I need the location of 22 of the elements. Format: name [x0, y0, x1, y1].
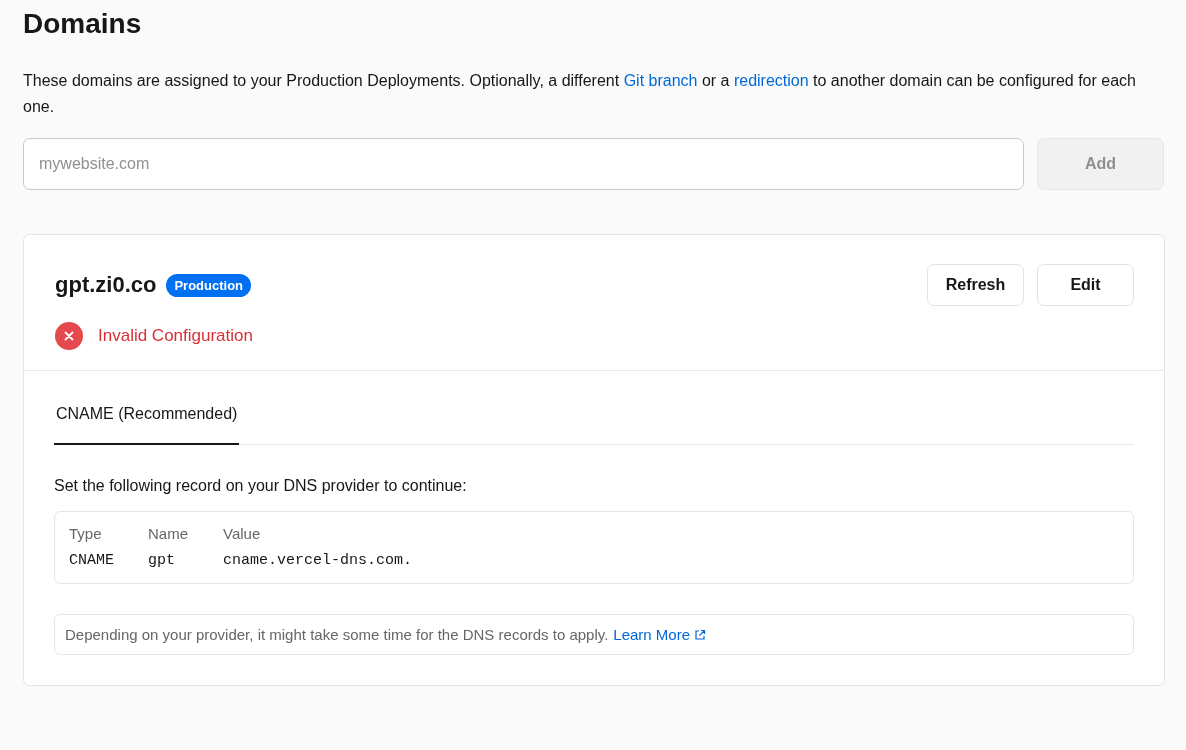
record-value: gpt: [148, 552, 176, 569]
external-link-icon: [694, 628, 707, 641]
domain-name: gpt.zi0.co: [55, 272, 157, 298]
inline-link[interactable]: redirection: [733, 72, 809, 89]
record-value: cname.vercel-dns.com.: [223, 552, 413, 569]
column-header: Type: [69, 525, 103, 542]
domain-action-button[interactable]: Refresh: [927, 264, 1024, 306]
column-header: Value: [223, 525, 262, 542]
domain-action-button[interactable]: Edit: [1037, 264, 1134, 306]
record-value: CNAME: [69, 552, 115, 569]
error-icon: [55, 322, 83, 350]
page-title: Domains: [23, 8, 143, 40]
instruction-text: Set the following record on your DNS provider to continue:: [54, 477, 468, 495]
intro-text: These domains are assigned to your Production Deployments. Optionally, a different Git branch or a redirection to another domain can be configured for each one.: [23, 71, 1137, 117]
inline-link[interactable]: Git branch: [623, 72, 698, 89]
production-badge: Production: [166, 273, 252, 297]
learn-more-link[interactable]: Learn More: [613, 626, 707, 643]
status-text: Invalid Configuration: [98, 326, 253, 346]
note-text: Depending on your provider, it might take some time for the DNS records to apply.: [65, 626, 609, 643]
record-tab[interactable]: CNAME (Recommended): [54, 397, 240, 445]
domain-input-field[interactable]: mywebsite.com: [23, 138, 1024, 190]
column-header: Name: [148, 525, 189, 542]
